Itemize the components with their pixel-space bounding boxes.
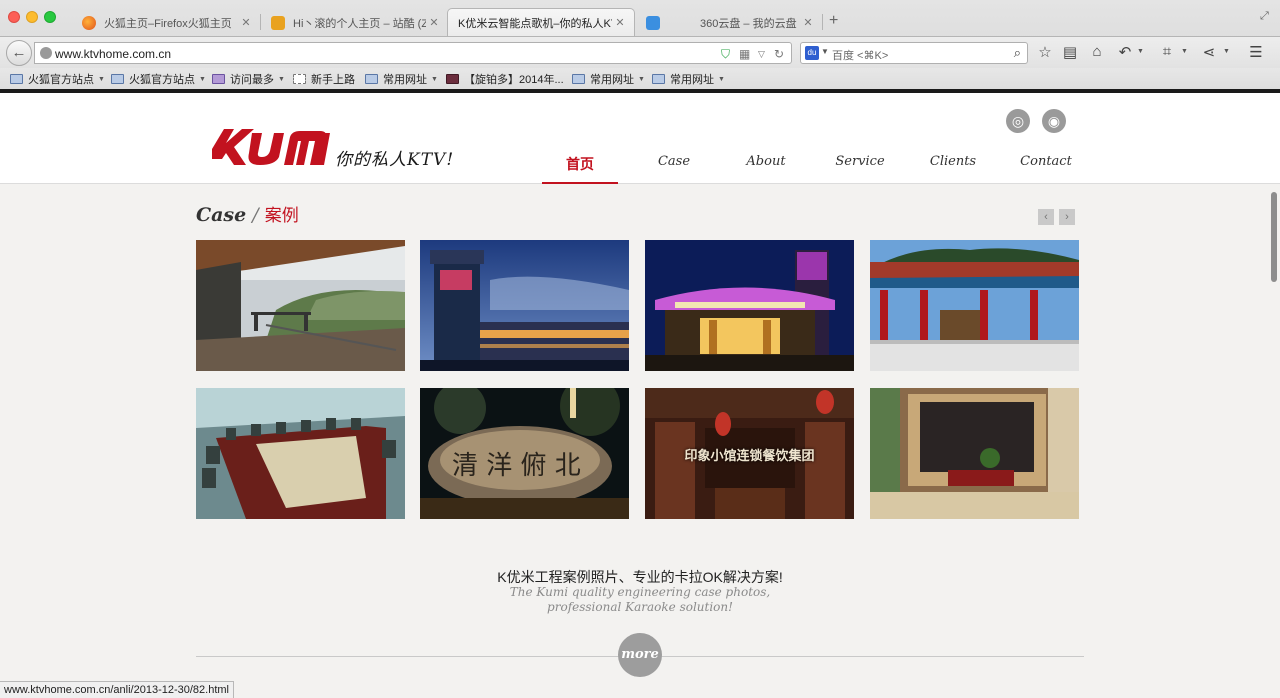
scrollbar-thumb[interactable]	[1271, 192, 1277, 282]
folder-icon	[212, 74, 225, 84]
bookmark-folder[interactable]: 常用网址 ▼	[652, 71, 725, 87]
more-button[interactable]: more	[618, 633, 662, 677]
tagline-english: The Kumi quality engineering case photos…	[509, 585, 771, 614]
case-thumb-conference[interactable]	[196, 388, 405, 519]
case-thumb-ktv-entrance[interactable]	[645, 240, 854, 371]
folder-icon	[652, 74, 665, 84]
case-thumb-terrace[interactable]	[196, 240, 405, 371]
bookmark-folder[interactable]: 火狐官方站点 ▼	[10, 71, 105, 87]
case-thumb-tv-wall[interactable]	[870, 388, 1079, 519]
fullscreen-icon[interactable]: ⤢	[1260, 10, 1269, 23]
bookmark-folder[interactable]: 常用网址 ▼	[365, 71, 438, 87]
web-page: 你的私人KTV! ◎ ◉ 首页 Case About Service Clien…	[0, 93, 1280, 698]
bookmark-folder[interactable]: 访问最多 ▼	[212, 71, 285, 87]
search-icon[interactable]: ⌕	[1014, 45, 1021, 61]
tab-kumi[interactable]: K优米云智能点歌机–你的私人KTV ✕	[447, 8, 635, 36]
search-placeholder[interactable]: 百度 <⌘K>	[832, 47, 888, 63]
site-header: 你的私人KTV! ◎ ◉ 首页 Case About Service Clien…	[0, 93, 1280, 184]
window-zoom-button[interactable]	[44, 11, 56, 23]
reading-list-icon[interactable]: ▤	[1060, 43, 1080, 61]
bookmarks-toolbar: 火狐官方站点 ▼ 火狐官方站点 ▼ 访问最多 ▼ 新手上路 常用网址 ▼ 【旋铂多】20…	[0, 68, 1280, 89]
case-thumb-stone-sign[interactable]: 清 洋 俯 北	[420, 388, 629, 519]
status-bar-url: www.ktvhome.com.cn/anli/2013-12-30/82.ht…	[0, 681, 234, 698]
case-thumb-restaurant[interactable]: 印象小馆连锁餐饮集团	[645, 388, 854, 519]
crop-icon[interactable]: ⌗	[1157, 43, 1177, 60]
url-text[interactable]: www.ktvhome.com.cn	[55, 47, 171, 61]
window-minimize-button[interactable]	[26, 11, 38, 23]
close-icon[interactable]: ✕	[426, 16, 442, 29]
zcool-icon	[271, 15, 285, 30]
carousel-next-button[interactable]: ›	[1059, 209, 1075, 225]
menu-icon[interactable]: ☰	[1246, 43, 1266, 61]
weibo-icon[interactable]: ◉	[1042, 109, 1066, 133]
bookmark-site-icon	[446, 74, 459, 84]
window-close-button[interactable]	[8, 11, 20, 23]
tab-360-cloud[interactable]: 360云盘 – 我的云盘 ✕	[636, 9, 822, 36]
folder-icon	[572, 74, 585, 84]
new-tab-button[interactable]: +	[829, 12, 838, 30]
bookmark-folder[interactable]: 常用网址 ▼	[572, 71, 645, 87]
reload-icon[interactable]: ↻	[774, 47, 784, 61]
tab-firefox-home[interactable]: 火狐主页–Firefox火狐主页 ✕	[72, 9, 260, 36]
cloud-icon	[646, 15, 660, 30]
case-caption: 印象小馆连锁餐饮集团	[684, 448, 815, 463]
globe-icon	[40, 47, 52, 59]
bookmark-star-icon[interactable]: ☆	[1035, 43, 1055, 61]
folder-icon	[365, 74, 378, 84]
search-bar[interactable]: du ▼ 百度 <⌘K> ⌕	[800, 42, 1028, 64]
nav-clients[interactable]: Clients	[919, 154, 987, 169]
share-icon[interactable]: ⋖	[1199, 43, 1219, 61]
address-bar[interactable]: www.ktvhome.com.cn ⛉ ▦ ▽ ↻	[34, 42, 792, 64]
bookmark-item[interactable]: 【旋铂多】2014年...	[446, 71, 564, 87]
svg-text:清 洋 俯 北: 清 洋 俯 北	[452, 451, 581, 481]
close-icon[interactable]: ✕	[800, 16, 816, 29]
undo-icon[interactable]: ↶	[1115, 43, 1135, 61]
carousel-prev-button[interactable]: ‹	[1038, 209, 1054, 225]
nav-about[interactable]: About	[732, 154, 800, 169]
back-button[interactable]: ←	[6, 40, 32, 66]
site-slogan: 你的私人KTV!	[335, 150, 455, 170]
chevron-down-icon[interactable]: ▼	[1223, 48, 1230, 55]
tab-zcool[interactable]: Hi丶滚的个人主页 – 站酷 (Z... ✕	[261, 9, 448, 36]
baidu-icon[interactable]: du	[805, 46, 819, 60]
tab-strip: 火狐主页–Firefox火狐主页 ✕ Hi丶滚的个人主页 – 站酷 (Z... …	[0, 0, 1280, 36]
nav-home[interactable]: 首页	[546, 154, 614, 174]
nav-contact[interactable]: Contact	[1012, 154, 1080, 169]
shield-icon[interactable]: ⛉	[721, 47, 730, 62]
close-icon[interactable]: ✕	[238, 16, 254, 29]
case-thumb-pavilion[interactable]	[870, 240, 1079, 371]
bookmark-folder[interactable]: 火狐官方站点 ▼	[111, 71, 206, 87]
nav-case[interactable]: Case	[640, 154, 708, 169]
navigation-toolbar: ← www.ktvhome.com.cn ⛉ ▦ ▽ ↻ du ▼ 百度 <⌘K…	[0, 36, 1280, 68]
bookmark-item[interactable]: 新手上路	[293, 71, 355, 87]
home-icon[interactable]: ⌂	[1087, 43, 1107, 60]
active-nav-indicator	[542, 182, 618, 184]
chevron-down-icon[interactable]: ▼	[821, 47, 829, 56]
browser-chrome: 火狐主页–Firefox火狐主页 ✕ Hi丶滚的个人主页 – 站酷 (Z... …	[0, 0, 1280, 93]
close-icon[interactable]: ✕	[612, 16, 628, 29]
chevron-down-icon[interactable]: ▼	[1137, 48, 1144, 55]
folder-icon	[10, 74, 23, 84]
chevron-down-icon[interactable]: ▼	[1181, 48, 1188, 55]
section-title: Case / 案例	[196, 204, 299, 226]
folder-icon	[111, 74, 124, 84]
kumi-logo[interactable]	[212, 125, 330, 167]
nav-service[interactable]: Service	[826, 154, 894, 169]
firefox-icon	[82, 15, 96, 30]
tagline-chinese: K优米工程案例照片、专业的卡拉OK解决方案!	[497, 569, 783, 585]
qr-code-icon[interactable]: ▦	[739, 47, 750, 61]
dropdown-icon[interactable]: ▽	[758, 49, 765, 60]
circle-social-icon[interactable]: ◎	[1006, 109, 1030, 133]
page-icon	[293, 74, 306, 84]
case-thumb-hotel[interactable]	[420, 240, 629, 371]
scrollbar[interactable]	[1268, 93, 1280, 698]
